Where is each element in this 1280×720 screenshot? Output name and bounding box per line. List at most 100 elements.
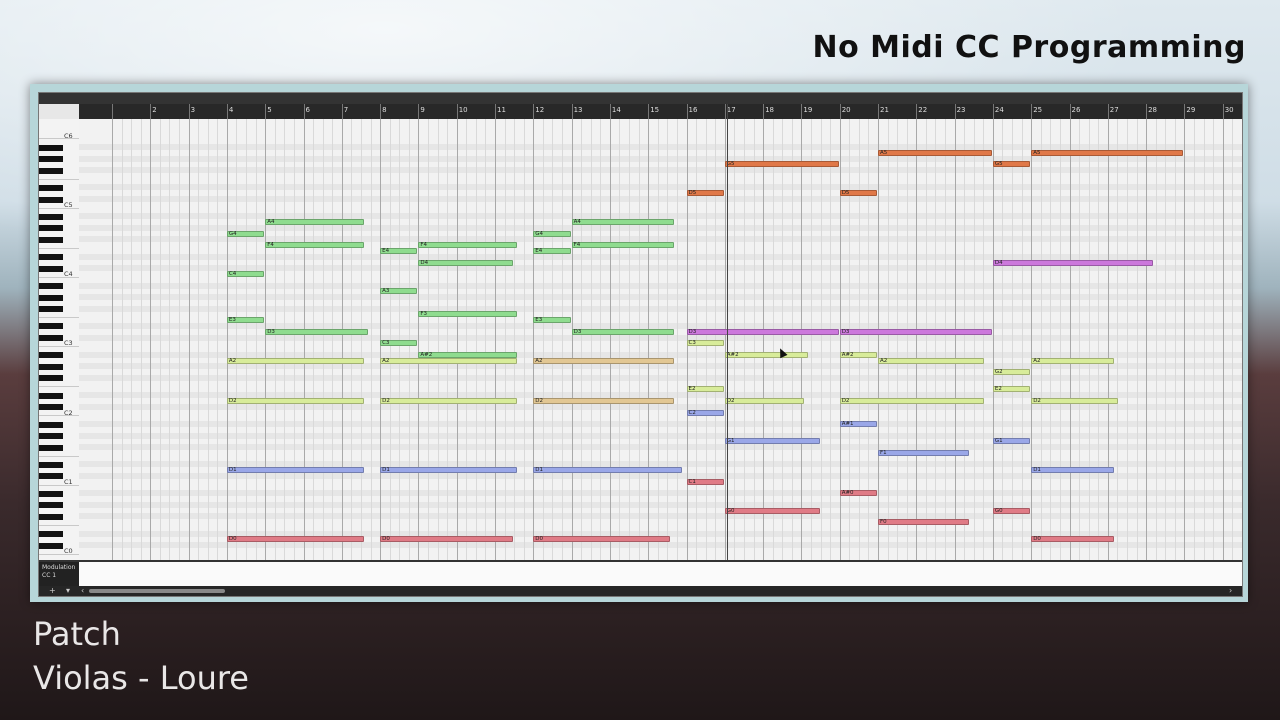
black-key[interactable] <box>39 335 63 341</box>
midi-note[interactable]: D4 <box>418 259 514 266</box>
black-key[interactable] <box>39 196 63 203</box>
midi-note[interactable]: A#2 <box>839 351 877 358</box>
add-lane-button[interactable]: + <box>49 586 56 596</box>
midi-note[interactable]: E3 <box>533 317 571 324</box>
midi-note[interactable]: G5 <box>724 161 839 168</box>
midi-note[interactable]: A2 <box>878 357 985 364</box>
black-key[interactable] <box>39 473 63 480</box>
midi-note[interactable]: D3 <box>265 328 368 335</box>
midi-note[interactable]: A2 <box>1031 357 1115 364</box>
midi-note[interactable]: D0 <box>533 536 671 543</box>
black-key[interactable] <box>39 254 63 261</box>
black-key[interactable] <box>39 433 63 440</box>
black-key[interactable] <box>39 213 63 220</box>
midi-note[interactable]: D5 <box>686 190 724 197</box>
midi-note[interactable]: E3 <box>226 317 265 324</box>
midi-note[interactable]: A#0 <box>839 490 877 497</box>
midi-note[interactable]: G1 <box>724 438 820 445</box>
midi-note[interactable]: E4 <box>380 247 418 254</box>
horizontal-scrollbar[interactable] <box>89 589 225 593</box>
midi-note[interactable]: G2 <box>992 369 1031 376</box>
black-key[interactable] <box>39 392 63 399</box>
midi-note[interactable]: D2 <box>724 397 805 404</box>
midi-note[interactable]: A4 <box>571 219 674 226</box>
midi-note[interactable]: G0 <box>724 507 820 514</box>
black-key[interactable] <box>39 404 63 411</box>
black-key[interactable] <box>39 156 63 163</box>
black-key[interactable] <box>39 490 63 497</box>
black-key[interactable] <box>39 513 63 520</box>
black-key[interactable] <box>39 236 63 243</box>
black-key[interactable] <box>39 225 63 232</box>
midi-note[interactable]: D1 <box>533 467 682 474</box>
midi-note[interactable]: G4 <box>533 230 571 237</box>
midi-note[interactable]: G4 <box>226 230 265 237</box>
midi-note[interactable]: D2 <box>533 397 674 404</box>
controller-lane-label[interactable]: Modulation CC 1 <box>39 562 79 588</box>
midi-note[interactable]: G5 <box>992 161 1031 168</box>
midi-note[interactable]: D1 <box>1031 467 1115 474</box>
midi-note[interactable]: E2 <box>992 386 1031 393</box>
bar-ruler[interactable]: 2 3 4 5 6 7 8 9 10 11 12 13 14 15 16 17 18 19 20 21 22 23 24 25… <box>79 104 1242 119</box>
black-key[interactable] <box>39 531 63 538</box>
midi-note[interactable]: E2 <box>686 386 724 393</box>
black-key[interactable] <box>39 444 63 451</box>
midi-note[interactable]: D2 <box>226 397 364 404</box>
midi-note[interactable]: A#2 <box>418 351 517 358</box>
midi-note[interactable]: C3 <box>686 340 724 347</box>
black-key[interactable] <box>39 421 63 428</box>
midi-note[interactable]: A5 <box>878 149 992 156</box>
black-key[interactable] <box>39 283 63 290</box>
midi-note[interactable]: A2 <box>533 357 674 364</box>
black-key[interactable] <box>39 542 63 549</box>
lane-menu-icon[interactable]: ▾ <box>66 586 70 596</box>
piano-keyboard[interactable]: C6 C5 C4 C3 C2 C1 C0 <box>39 119 80 560</box>
midi-note[interactable]: F3 <box>418 311 517 318</box>
midi-note[interactable]: A4 <box>265 219 364 226</box>
midi-note[interactable]: C4 <box>226 271 265 278</box>
black-key[interactable] <box>39 265 63 272</box>
note-grid[interactable]: A5 A5 G5 G5 D5 D5 A4 A4 G4 G4 F4 F4 F4 E4 E4 D4 D4 C4 A3 F3… <box>79 119 1242 560</box>
black-key[interactable] <box>39 144 63 151</box>
midi-note[interactable]: G1 <box>992 438 1031 445</box>
midi-note[interactable]: E4 <box>533 247 571 254</box>
midi-note[interactable]: D2 <box>1031 397 1119 404</box>
midi-note[interactable]: A2 <box>380 357 517 364</box>
scroll-right-icon[interactable]: › <box>1229 586 1232 596</box>
midi-note[interactable]: D0 <box>226 536 364 543</box>
midi-note[interactable]: D1 <box>380 467 517 474</box>
midi-note[interactable]: D0 <box>1031 536 1115 543</box>
midi-note[interactable]: A5 <box>1031 149 1184 156</box>
midi-note[interactable]: D4 <box>992 259 1153 266</box>
black-key[interactable] <box>39 502 63 509</box>
midi-note[interactable]: F0 <box>878 519 969 526</box>
black-key[interactable] <box>39 184 63 191</box>
controller-lane[interactable]: Modulation CC 1 <box>39 560 1242 588</box>
midi-note[interactable]: C3 <box>380 340 418 347</box>
midi-note[interactable]: D2 <box>839 397 985 404</box>
midi-note[interactable]: D2 <box>380 397 517 404</box>
midi-note[interactable]: F1 <box>878 449 969 456</box>
black-key[interactable] <box>39 323 63 330</box>
black-key[interactable] <box>39 306 63 313</box>
black-key[interactable] <box>39 294 63 301</box>
midi-note[interactable]: F4 <box>571 242 674 249</box>
midi-note[interactable]: A#2 <box>724 351 809 358</box>
scroll-left-icon[interactable]: ‹ <box>81 586 84 596</box>
midi-note[interactable]: D1 <box>226 467 364 474</box>
midi-note[interactable]: G0 <box>992 507 1031 514</box>
black-key[interactable] <box>39 352 63 359</box>
midi-note[interactable]: F4 <box>265 242 364 249</box>
midi-note[interactable]: D0 <box>380 536 514 543</box>
black-key[interactable] <box>39 375 63 382</box>
midi-note[interactable]: D3 <box>839 328 992 335</box>
midi-note[interactable]: D3 <box>686 328 839 335</box>
midi-note[interactable]: A2 <box>226 357 364 364</box>
black-key[interactable] <box>39 167 63 174</box>
midi-note[interactable]: A3 <box>380 288 418 295</box>
midi-note[interactable]: D5 <box>839 190 877 197</box>
midi-note[interactable]: C1 <box>686 478 724 485</box>
midi-note[interactable]: F4 <box>418 242 517 249</box>
playhead[interactable] <box>727 104 728 584</box>
midi-note[interactable]: A#1 <box>839 421 877 428</box>
